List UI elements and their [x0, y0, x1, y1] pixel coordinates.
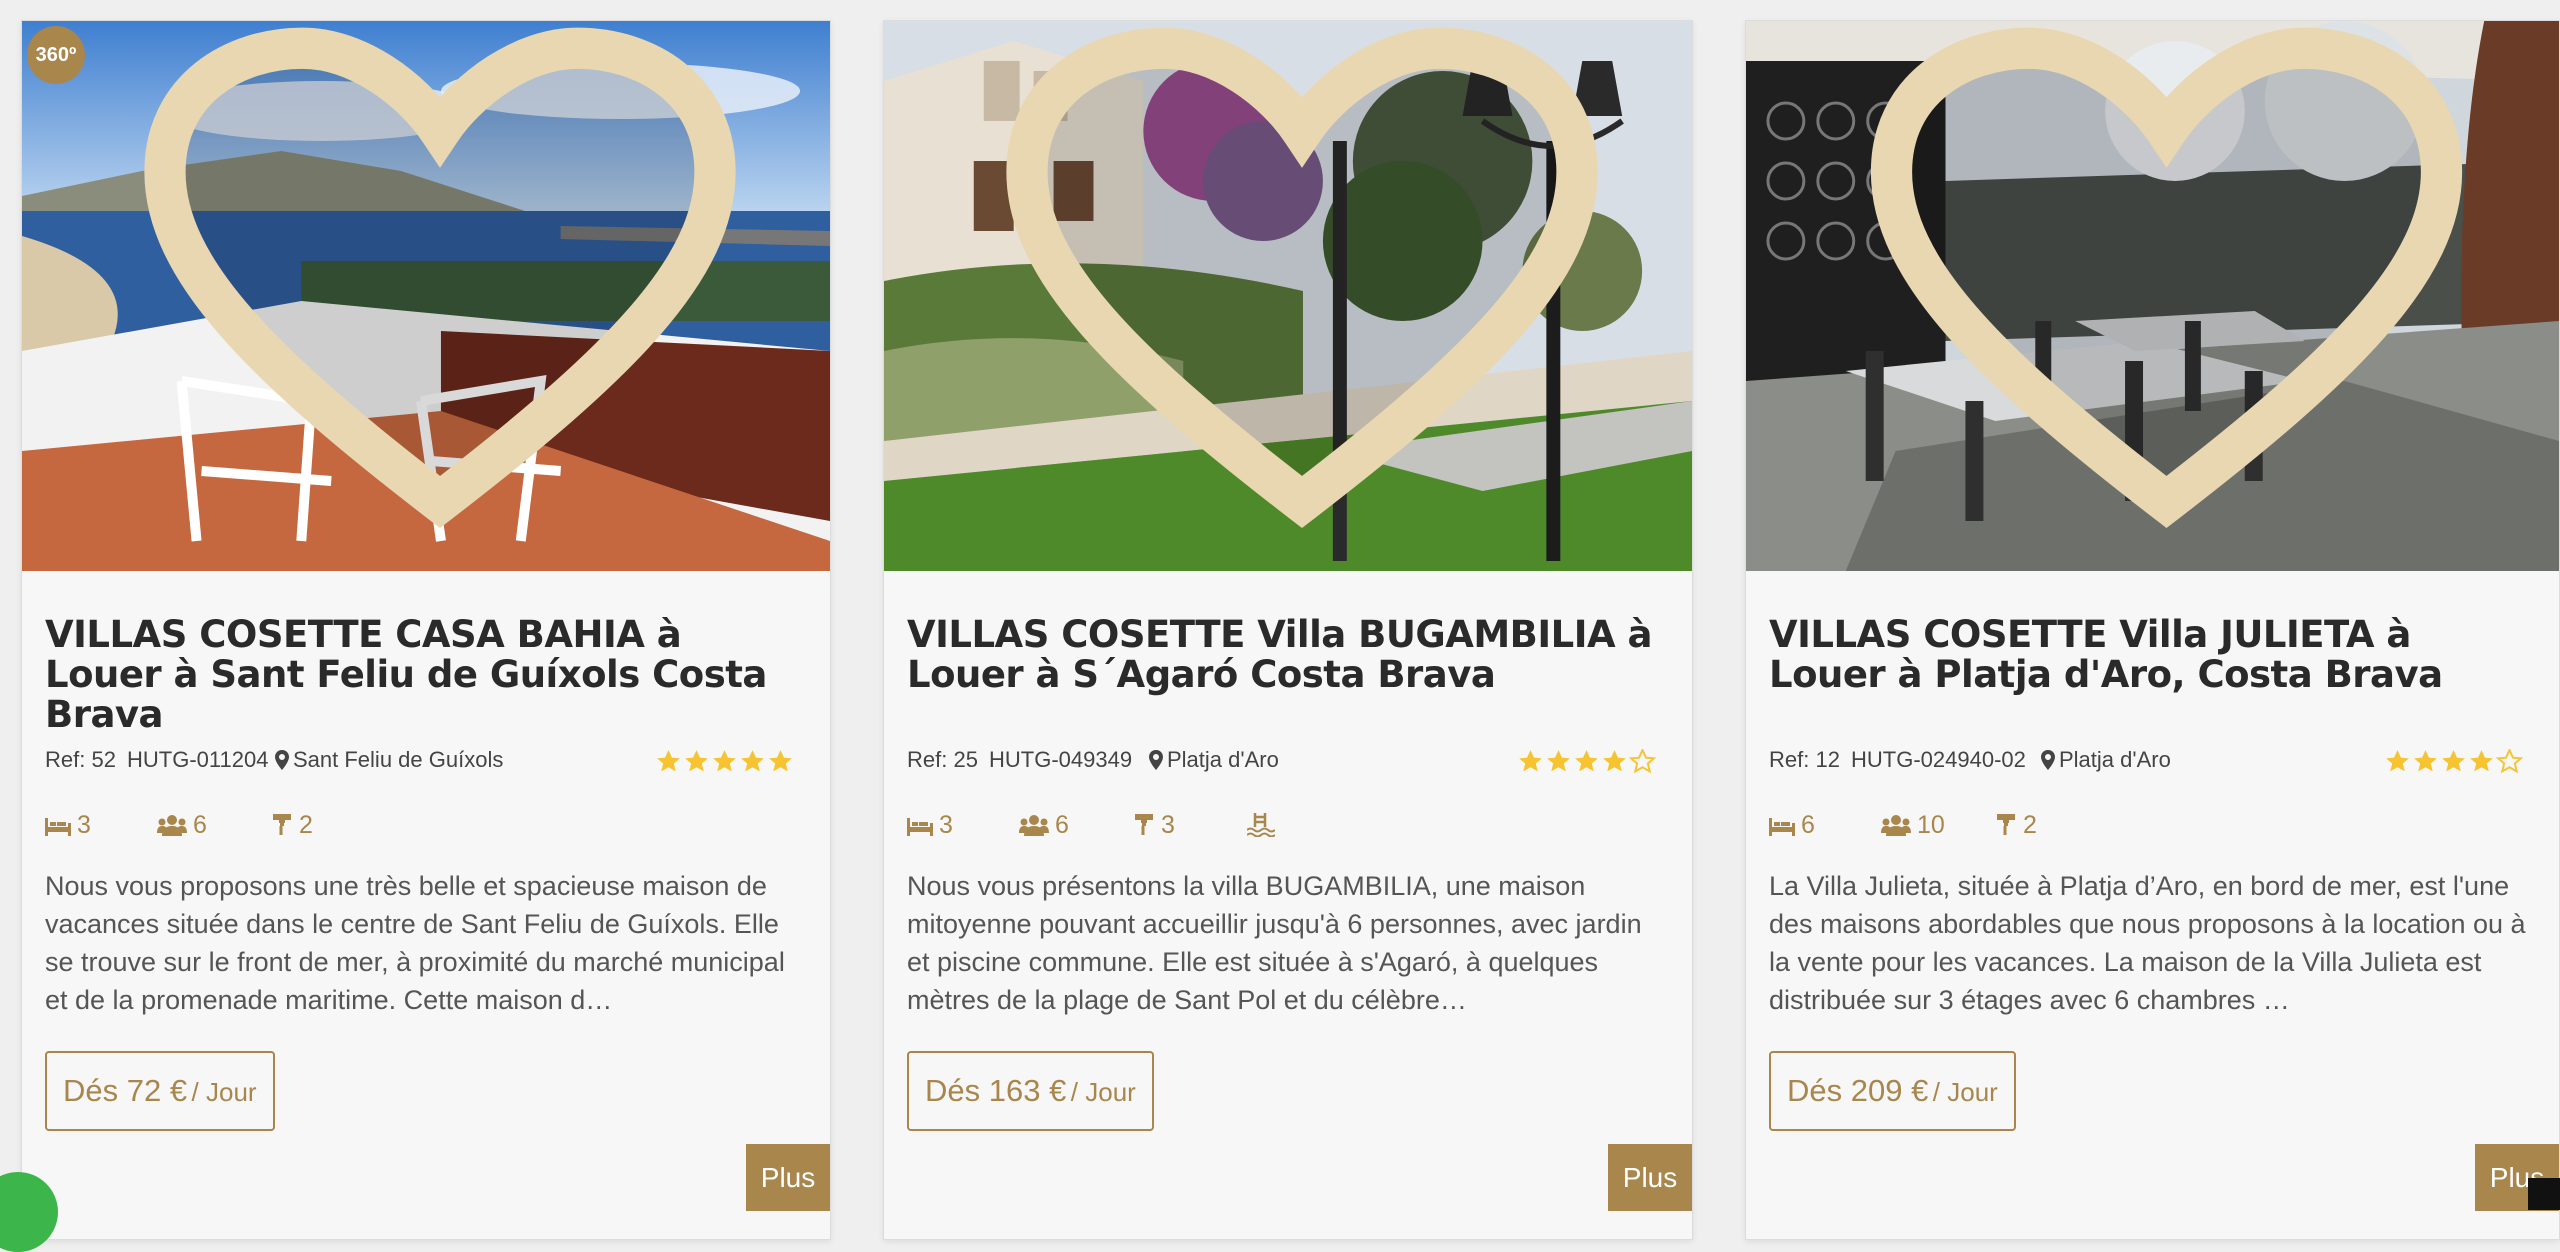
- listing-photo[interactable]: 360º: [22, 21, 830, 571]
- bed-icon: [1769, 818, 1795, 836]
- bedrooms-count: 6: [1801, 811, 1815, 839]
- star-rating: [2383, 747, 2524, 777]
- guests: 10: [1881, 811, 1945, 840]
- users-icon: [157, 815, 187, 836]
- listing-description: Nous vous présentons la villa BUGAMBILIA…: [907, 871, 1642, 1015]
- star-icon: [713, 750, 736, 772]
- users-icon: [1019, 815, 1049, 836]
- listing-meta: Ref: 12 HUTG-024940-02 Platja d'Aro: [1769, 741, 2524, 777]
- price-unit: / Jour: [191, 1077, 257, 1107]
- price-value: Dés 72 €: [63, 1073, 188, 1108]
- listing-title[interactable]: VILLAS COSETTE Villa BUGAMBILIA à Louer …: [907, 615, 1662, 695]
- listing-meta: Ref: 52 HUTG-011204 Sant Feliu de Guíxol…: [45, 741, 794, 777]
- heart-icon[interactable]: [36, 21, 830, 557]
- star-icon: [2386, 750, 2409, 772]
- map-marker-icon: [2041, 750, 2055, 770]
- map-marker-icon: [275, 750, 289, 770]
- shower-icon: [1135, 814, 1153, 835]
- license-number: HUTG-011204: [127, 747, 269, 772]
- bedrooms: 6: [1769, 811, 1815, 840]
- shower-icon: [273, 814, 291, 835]
- bathrooms: 3: [1133, 811, 1175, 840]
- star-icon: [769, 750, 792, 772]
- listing-description: Nous vous proposons une très belle et sp…: [45, 871, 785, 1015]
- star-rating: [1516, 747, 1657, 777]
- guests-count: 6: [1055, 811, 1069, 839]
- bed-icon: [907, 818, 933, 836]
- location-label: Platja d'Aro: [2059, 747, 2171, 772]
- star-icon: [2442, 750, 2465, 772]
- license-number: HUTG-049349: [989, 747, 1133, 772]
- bedrooms-count: 3: [77, 811, 91, 839]
- bedrooms: 3: [907, 811, 953, 840]
- listing-description: La Villa Julieta, située à Platja d’Aro,…: [1769, 871, 2526, 1015]
- star-empty-icon: [1628, 747, 1657, 774]
- location-label: Platja d'Aro: [1167, 747, 1279, 772]
- listing-photo[interactable]: [884, 21, 1692, 571]
- listing-title[interactable]: VILLAS COSETTE Villa JULIETA à Louer à P…: [1769, 615, 2529, 695]
- guests-count: 6: [193, 811, 207, 839]
- listing-card[interactable]: VILLAS COSETTE Villa JULIETA à Louer à P…: [1745, 20, 2560, 1240]
- location-label: Sant Feliu de Guíxols: [293, 747, 504, 772]
- listing-meta: Ref: 25 HUTG-049349 Platja d'Aro: [907, 741, 1657, 777]
- star-icon: [657, 750, 680, 772]
- price-value: Dés 209 €: [1787, 1073, 1929, 1108]
- listing-card[interactable]: VILLAS COSETTE Villa BUGAMBILIA à Louer …: [883, 20, 1693, 1240]
- bedrooms: 3: [45, 811, 91, 840]
- more-button[interactable]: Plus: [1608, 1144, 1692, 1211]
- swimming-pool-icon: [1246, 813, 1276, 838]
- listing-card[interactable]: 360º VILLAS COSETTE CASA BAHIA à Louer à…: [21, 20, 831, 1240]
- ref-number: Ref: 52: [45, 747, 116, 772]
- bathrooms: 2: [271, 811, 313, 840]
- heart-icon[interactable]: [1760, 21, 2559, 557]
- price-value: Dés 163 €: [925, 1073, 1067, 1108]
- star-icon: [1519, 750, 1542, 772]
- location: Sant Feliu de Guíxols: [275, 747, 503, 773]
- heart-icon[interactable]: [898, 21, 1692, 557]
- location: Platja d'Aro: [1149, 747, 1279, 773]
- ref-number: Ref: 25: [907, 747, 978, 772]
- bathrooms-count: 2: [2023, 811, 2037, 839]
- bathrooms-count: 3: [1161, 811, 1175, 839]
- more-button[interactable]: Plus: [746, 1144, 830, 1211]
- pool: [1246, 811, 1281, 841]
- guests-count: 10: [1917, 811, 1945, 839]
- star-icon: [2470, 750, 2493, 772]
- listing-title[interactable]: VILLAS COSETTE CASA BAHIA à Louer à Sant…: [45, 615, 800, 735]
- star-icon: [2414, 750, 2437, 772]
- guests: 6: [157, 811, 207, 840]
- license-number: HUTG-024940-02: [1851, 747, 2026, 772]
- star-icon: [741, 750, 764, 772]
- listing-photo[interactable]: [1746, 21, 2559, 571]
- price-tag[interactable]: Dés 209 € / Jour: [1769, 1051, 2016, 1131]
- price-tag[interactable]: Dés 72 € / Jour: [45, 1051, 275, 1131]
- users-icon: [1881, 815, 1911, 836]
- price-unit: / Jour: [1070, 1077, 1136, 1107]
- price-tag[interactable]: Dés 163 € / Jour: [907, 1051, 1154, 1131]
- price-unit: / Jour: [1932, 1077, 1998, 1107]
- bathrooms: 2: [1995, 811, 2037, 840]
- star-rating: [654, 749, 794, 777]
- location: Platja d'Aro: [2041, 747, 2171, 773]
- map-marker-icon: [1149, 750, 1163, 770]
- ref-number: Ref: 12: [1769, 747, 1840, 772]
- guests: 6: [1019, 811, 1069, 840]
- shower-icon: [1997, 814, 2015, 835]
- star-icon: [1547, 750, 1570, 772]
- bed-icon: [45, 818, 71, 836]
- star-icon: [1603, 750, 1626, 772]
- bathrooms-count: 2: [299, 811, 313, 839]
- bedrooms-count: 3: [939, 811, 953, 839]
- star-icon: [1575, 750, 1598, 772]
- scroll-top-button[interactable]: [2528, 1178, 2560, 1210]
- star-icon: [685, 750, 708, 772]
- star-empty-icon: [2495, 747, 2524, 774]
